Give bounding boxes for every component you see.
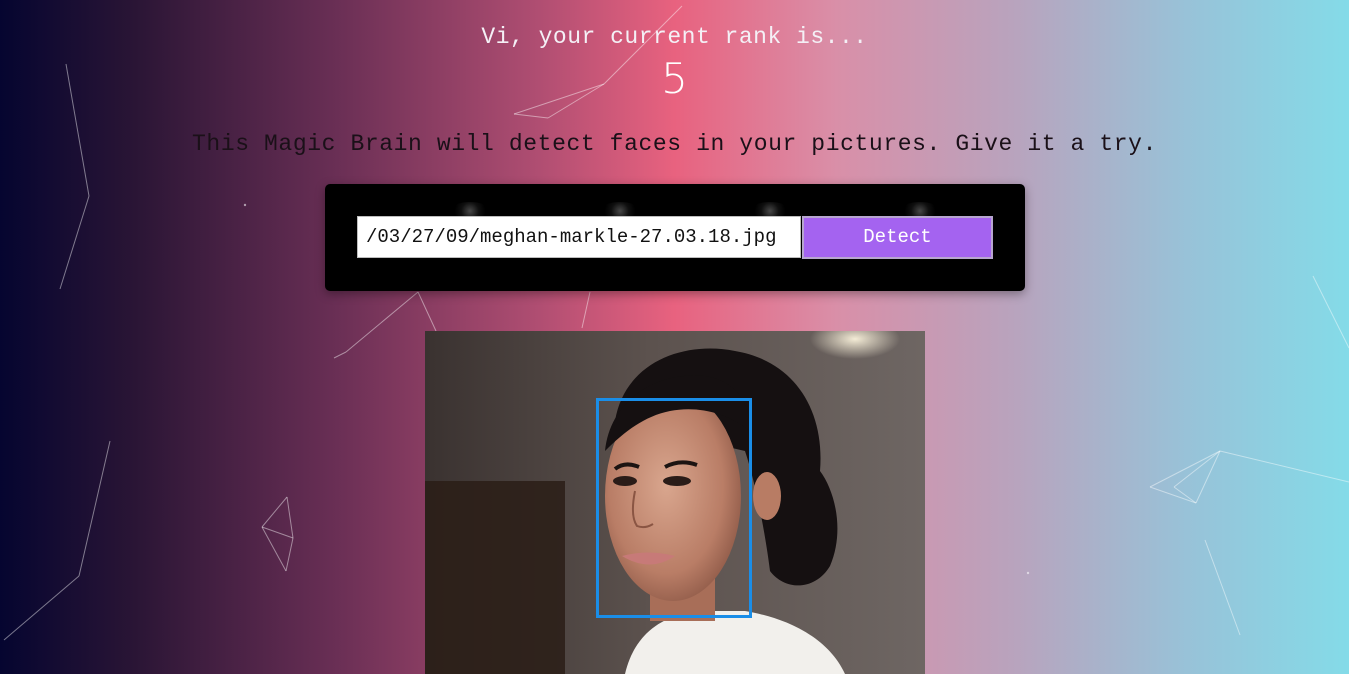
image-url-value: /03/27/09/meghan-markle-27.03.18.jpg [366, 226, 777, 248]
detect-button[interactable]: Detect [802, 216, 993, 259]
result-photo [425, 331, 925, 674]
rank-value: 5 [661, 54, 688, 103]
image-url-input[interactable]: /03/27/09/meghan-markle-27.03.18.jpg [357, 216, 801, 258]
rank-message: Vi, your current rank is... [481, 24, 868, 50]
image-url-form: /03/27/09/meghan-markle-27.03.18.jpg Det… [325, 184, 1025, 291]
intro-tagline: This Magic Brain will detect faces in yo… [192, 131, 1157, 157]
face-bounding-box [596, 398, 752, 618]
